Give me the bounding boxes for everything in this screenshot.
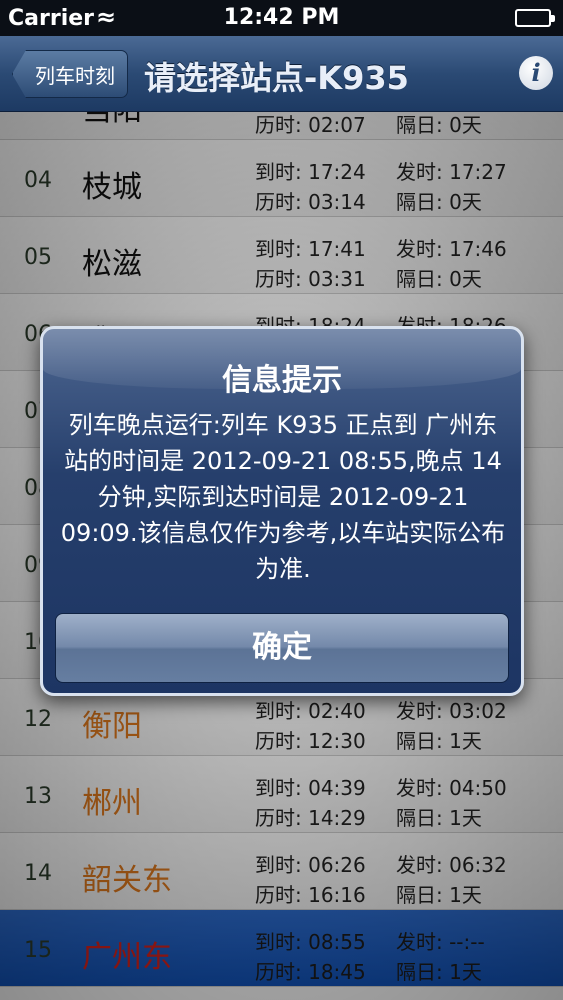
page-title: 请选择站点-K935 [144,59,409,97]
ok-button[interactable]: 确定 [55,613,509,683]
alert-title: 信息提示 [222,363,342,398]
alert-message: 列车晚点运行:列车 K935 正点到 广州东 站的时间是 2012-09-21 … [60,411,506,583]
info-icon[interactable]: i [519,56,553,90]
clock: 12:42 PM [223,5,340,30]
battery-icon [515,9,555,27]
alert-dialog: 信息提示 列车晚点运行:列车 K935 正点到 广州东 站的时间是 2012-0… [40,326,524,696]
status-bar: Carrier ≈ 12:42 PM [0,0,563,36]
back-button[interactable]: 列车时刻 [12,50,128,98]
navigation-bar: 列车时刻 请选择站点-K935 i [0,36,563,112]
